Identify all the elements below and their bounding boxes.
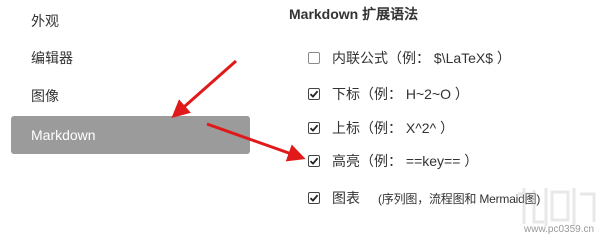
watermark-text: www.pc0359.cn — [524, 224, 595, 235]
arrow-to-markdown — [171, 59, 237, 118]
arrow-to-highlight — [206, 122, 306, 162]
